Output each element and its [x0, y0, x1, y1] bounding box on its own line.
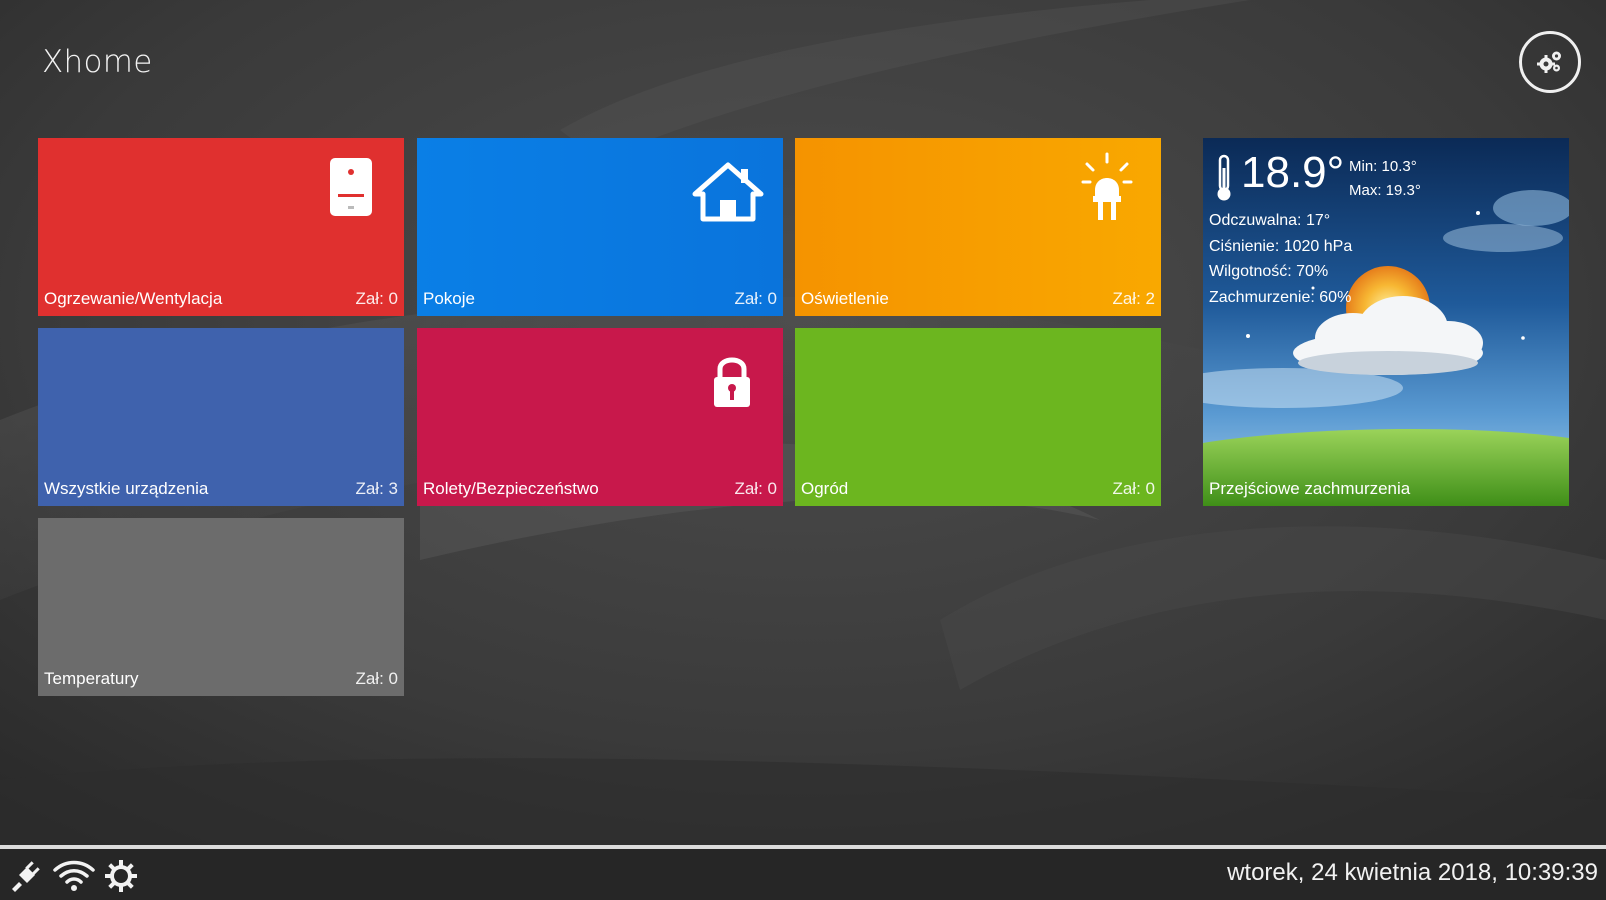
tile-count: Zał: 0 — [1112, 479, 1155, 498]
tile-rooms[interactable]: Pokoje Zał: 0 — [417, 138, 783, 316]
tile-count: Zał: 0 — [734, 479, 777, 498]
tile-label: Ogrzewanie/Wentylacja — [44, 289, 223, 308]
tile-label: Rolety/Bezpieczeństwo — [423, 479, 599, 498]
tile-label: Wszystkie urządzenia — [44, 479, 209, 498]
tile-garden[interactable]: Ogród Zał: 0 — [795, 328, 1161, 506]
weather-max: Max: 19.3° — [1349, 182, 1421, 199]
padlock-icon — [714, 357, 750, 407]
weather-tile[interactable]: 18.9° Min: 10.3° Max: 19.3° Odczuwalna: … — [1203, 138, 1569, 506]
tile-count: Zał: 0 — [355, 289, 398, 308]
weather-details: Odczuwalna: 17° Ciśnienie: 1020 hPa Wilg… — [1209, 208, 1352, 310]
gears-icon — [1537, 51, 1561, 73]
tile-label: Pokoje — [423, 289, 475, 308]
weather-temperature: 18.9° — [1241, 148, 1345, 197]
plug-icon[interactable] — [8, 859, 42, 893]
gear-icon[interactable] — [104, 859, 138, 893]
tile-count: Zał: 0 — [734, 289, 777, 308]
tile-heating-ventilation[interactable]: Ogrzewanie/Wentylacja Zał: 0 — [38, 138, 404, 316]
weather-humidity: Wilgotność: 70% — [1209, 263, 1329, 280]
tile-all-devices[interactable]: Wszystkie urządzenia Zał: 3 — [38, 328, 404, 506]
taskbar: wtorek, 24 kwietnia 2018, 10:39:39 — [0, 845, 1606, 900]
weather-min: Min: 10.3° — [1349, 158, 1417, 175]
tile-count: Zał: 2 — [1112, 289, 1155, 308]
tile-temperatures[interactable]: Temperatury Zał: 0 — [38, 518, 404, 696]
wifi-icon[interactable] — [52, 859, 96, 893]
weather-feels-like: Odczuwalna: 17° — [1209, 212, 1331, 229]
settings-button[interactable] — [1519, 31, 1581, 93]
tile-count: Zał: 3 — [355, 479, 398, 498]
weather-cloudiness: Zachmurzenie: 60% — [1209, 288, 1352, 306]
light-bulb-icon — [1081, 152, 1133, 220]
weather-pressure: Ciśnienie: 1020 hPa — [1209, 237, 1353, 255]
app-title: Xhome — [42, 44, 153, 80]
taskbar-datetime: wtorek, 24 kwietnia 2018, 10:39:39 — [1227, 859, 1598, 886]
weather-condition: Przejściowe zachmurzenia — [1209, 479, 1411, 498]
tile-blinds-security[interactable]: Rolety/Bezpieczeństwo Zał: 0 — [417, 328, 783, 506]
tile-count: Zał: 0 — [355, 669, 398, 688]
tile-label: Temperatury — [44, 669, 139, 688]
tile-label: Oświetlenie — [801, 289, 889, 308]
boiler-icon — [330, 158, 372, 216]
weather-min-max: Min: 10.3° Max: 19.3° — [1349, 155, 1421, 203]
tile-lighting[interactable]: Oświetlenie Zał: 2 — [795, 138, 1161, 316]
thermometer-icon — [1217, 154, 1231, 201]
house-icon — [692, 162, 764, 222]
tile-label: Ogród — [801, 479, 849, 498]
